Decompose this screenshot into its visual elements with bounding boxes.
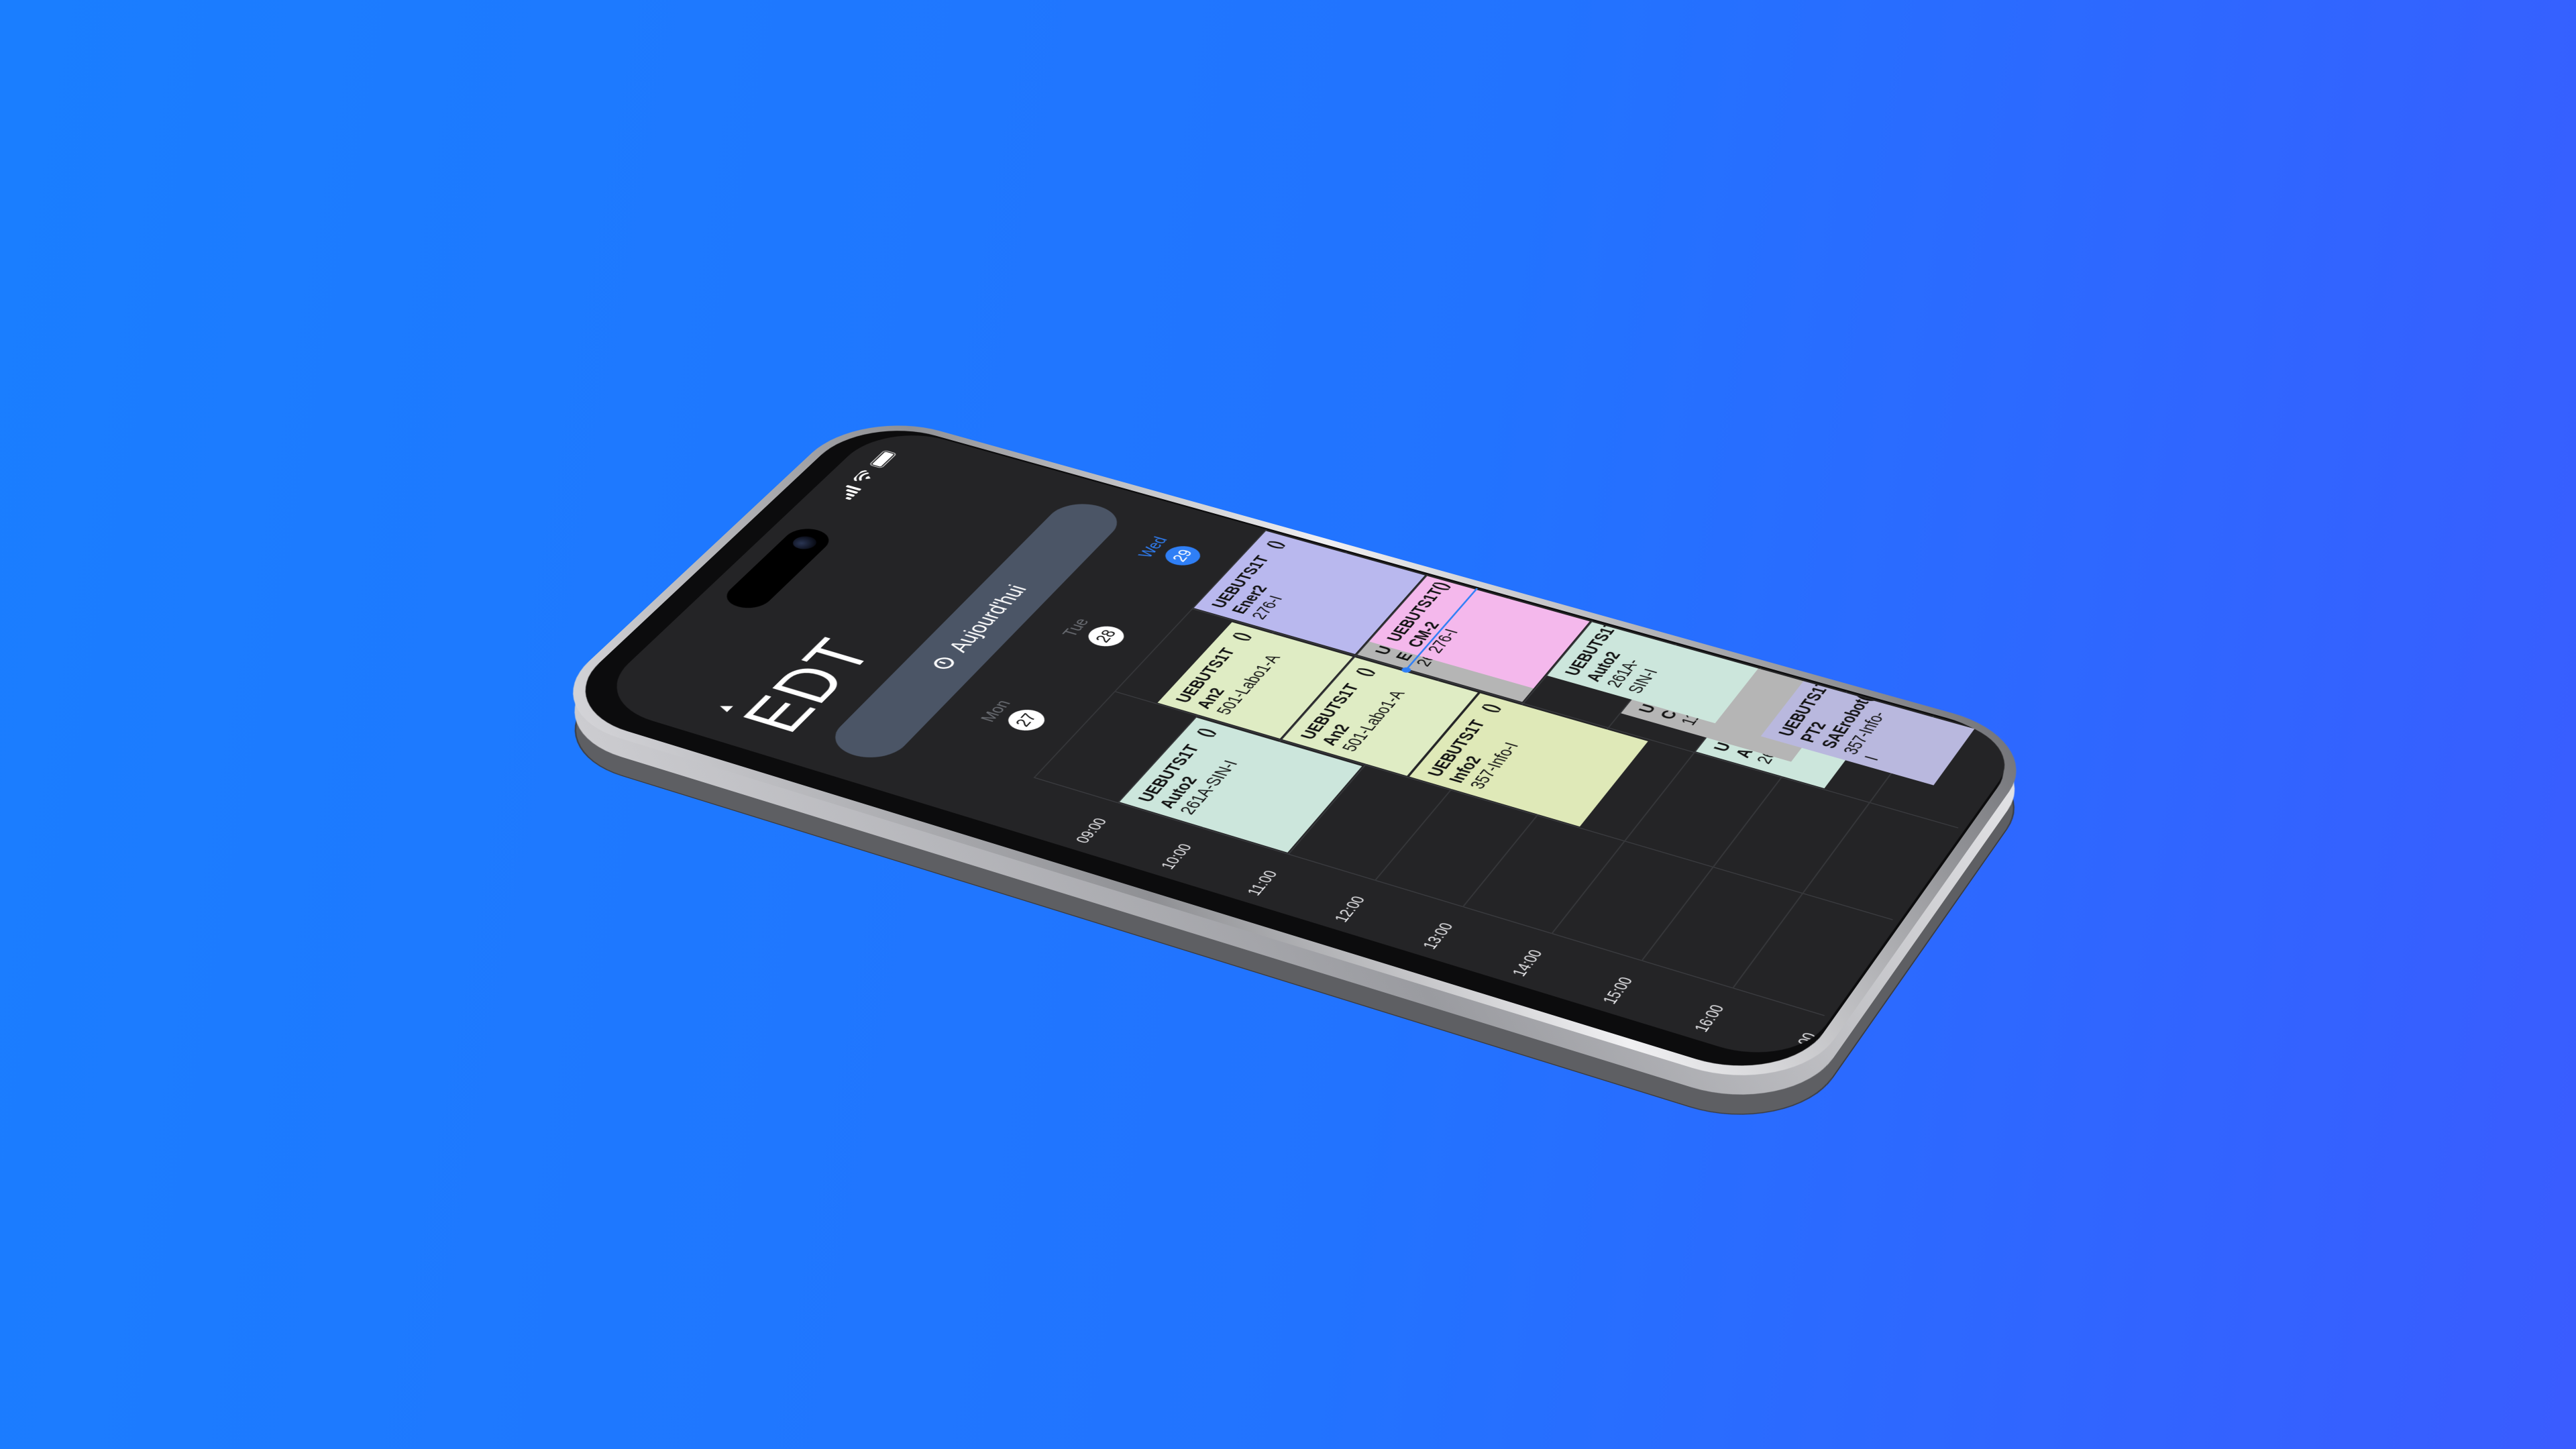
event-code: UEBUTS1T () bbox=[1134, 727, 1220, 804]
time-label: 13:00 bbox=[1418, 920, 1458, 951]
event-code-text: UEBUTS1T bbox=[1423, 718, 1490, 779]
status-bar bbox=[835, 449, 898, 500]
clock-icon bbox=[930, 655, 958, 672]
grid-column-divider bbox=[1033, 777, 1825, 1016]
day-number-badge: 29 bbox=[1159, 543, 1207, 569]
day-number-badge: 28 bbox=[1082, 623, 1130, 650]
dynamic-island bbox=[718, 525, 837, 612]
event-code-suffix bbox=[1816, 681, 1837, 684]
time-label: 15:00 bbox=[1598, 975, 1638, 1006]
time-label: 14:00 bbox=[1507, 947, 1547, 979]
event-code-suffix: () bbox=[1193, 726, 1219, 739]
phone-bezel: ▲ EDT Aujourd'hui Mon 27 Tue 28 Wed 29 09:00 1… bbox=[551, 415, 2031, 1087]
time-label: 11:00 bbox=[1242, 868, 1282, 898]
scene: ▲ EDT Aujourd'hui Mon 27 Tue 28 Wed 29 09:00 1… bbox=[0, 0, 2576, 1449]
event-card[interactable]: UEBUTS1T () Auto2261A-SIN-I bbox=[1119, 717, 1362, 853]
event-room: 261A-SIN-I bbox=[1175, 758, 1242, 817]
battery-icon bbox=[868, 449, 898, 469]
time-label: 12:00 bbox=[1330, 894, 1369, 924]
event-code-text: UEBUTS1T bbox=[1134, 742, 1204, 804]
camera-lens-icon bbox=[788, 534, 821, 551]
grid-hour-line bbox=[1641, 691, 1848, 961]
phone-iso: ▲ EDT Aujourd'hui Mon 27 Tue 28 Wed 29 09:00 1… bbox=[535, 407, 2047, 1138]
day-number-badge: 27 bbox=[1002, 706, 1051, 735]
time-label: 10:00 bbox=[1157, 841, 1196, 871]
cellular-signal-icon bbox=[835, 484, 862, 500]
grid-column-divider bbox=[1114, 691, 1893, 920]
event-subject: Auto2 bbox=[1155, 774, 1202, 810]
today-button-label: Aujourd'hui bbox=[943, 582, 1032, 655]
time-label: 16:00 bbox=[1689, 1002, 1729, 1034]
time-label: 09:00 bbox=[1071, 816, 1111, 845]
event-room: 357-Info-I bbox=[1465, 740, 1523, 792]
wifi-icon bbox=[852, 470, 877, 484]
